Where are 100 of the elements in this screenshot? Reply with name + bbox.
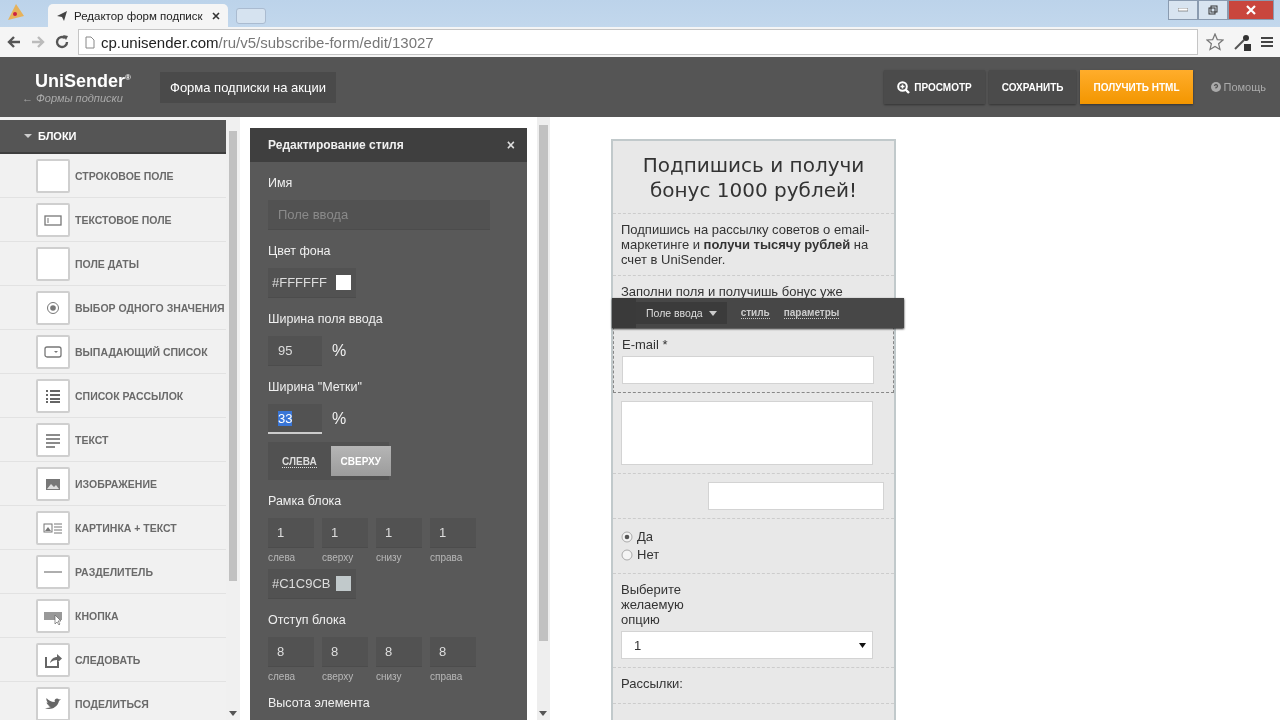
section-header[interactable]: БЛОКИ <box>0 120 226 154</box>
minimize-button[interactable] <box>1168 0 1198 20</box>
drag-handle[interactable] <box>612 298 636 328</box>
block-tile[interactable] <box>36 422 70 457</box>
number-field[interactable]: 8 <box>268 637 314 667</box>
forward-icon[interactable] <box>30 34 46 50</box>
scrollbar[interactable] <box>226 117 240 720</box>
scroll-down-icon[interactable] <box>229 711 237 716</box>
menu-icon[interactable] <box>1260 35 1274 49</box>
back-link[interactable]: ← Формы подписки <box>22 91 160 104</box>
block-label[interactable]: РАЗДЕЛИТЕЛЬ <box>75 565 153 578</box>
width-field[interactable]: 95 <box>268 336 322 366</box>
block-label[interactable]: ИЗОБРАЖЕНИЕ <box>75 477 157 490</box>
number-field[interactable]: 1 <box>430 518 476 548</box>
block-label[interactable]: ВЫПАДАЮЩИЙ СПИСОК <box>75 345 208 358</box>
color-swatch[interactable] <box>336 576 351 591</box>
new-tab-button[interactable] <box>236 8 266 24</box>
color-field[interactable]: #C1C9CB <box>268 569 356 599</box>
block-tile[interactable] <box>36 686 70 720</box>
block-label[interactable]: ТЕКСТ <box>75 433 109 446</box>
block-tile[interactable] <box>36 290 70 325</box>
toolbar-link[interactable]: стиль <box>740 307 770 319</box>
field-type-menu[interactable]: Поле ввода <box>636 302 727 324</box>
form-block[interactable]: Выберите желаемую опцию 1 <box>613 574 894 668</box>
number-field[interactable]: 8 <box>322 637 368 667</box>
color-field[interactable]: #FFFFFF <box>268 268 356 298</box>
minimize-icon <box>1178 8 1188 12</box>
field-label: Ширина "Метки" <box>268 380 363 394</box>
field-label: Ширина поля ввода <box>268 312 384 326</box>
color-swatch[interactable] <box>336 275 351 290</box>
block-tile[interactable] <box>36 202 70 237</box>
field-label: Отступ блока <box>268 613 347 627</box>
help-icon <box>1210 82 1221 92</box>
reload-icon[interactable] <box>54 34 70 50</box>
browser-tab[interactable]: Редактор форм подписк <box>48 4 228 27</box>
field-label: Выберите желаемую опцию <box>621 582 685 627</box>
number-field[interactable]: 1 <box>268 518 314 548</box>
block-label[interactable]: КАРТИНКА + ТЕКСТ <box>75 521 177 534</box>
radio-label[interactable]: Нет <box>637 547 660 563</box>
save-button[interactable]: СОХРАНИТЬ <box>988 70 1077 104</box>
toolbar-link[interactable]: параметры <box>783 307 840 319</box>
unit-label: % <box>332 342 347 360</box>
caret-icon[interactable] <box>24 133 32 139</box>
help-link[interactable]: Помощь <box>1210 81 1266 93</box>
block-tile[interactable] <box>36 642 70 677</box>
field-label: Цвет фона <box>268 244 332 258</box>
field-caption: слева <box>268 552 297 563</box>
form-block[interactable]: Рассылки: <box>613 668 894 704</box>
toggle-option[interactable]: СЛЕВА <box>272 446 327 476</box>
caret-icon <box>708 310 717 316</box>
close-button[interactable]: × <box>506 137 515 153</box>
field-caption: снизу <box>376 552 403 563</box>
number-field[interactable]: 8 <box>430 637 476 667</box>
block-label[interactable]: СЛЕДОВАТЬ <box>75 653 141 666</box>
number-field[interactable]: 1 <box>376 518 422 548</box>
block-label[interactable]: ТЕКСТОВОЕ ПОЛЕ <box>75 213 172 226</box>
preview-button[interactable]: ПРОСМОТР <box>884 70 985 104</box>
block-tile[interactable] <box>36 378 70 413</box>
block-tile[interactable] <box>36 466 70 501</box>
block-tile[interactable] <box>36 334 70 369</box>
radio-label[interactable]: Да <box>637 529 654 545</box>
block-label[interactable]: КНОПКА <box>75 609 119 622</box>
number-field[interactable]: 8 <box>376 637 422 667</box>
block-tile[interactable] <box>36 598 70 633</box>
field-label: Рассылки: <box>621 676 684 691</box>
block-label[interactable]: ПОДЕЛИТЬСЯ <box>75 697 149 710</box>
block-tile[interactable] <box>36 554 70 589</box>
block-tile[interactable] <box>36 246 70 281</box>
email-input[interactable] <box>622 356 874 384</box>
back-icon[interactable] <box>6 34 22 50</box>
block-label[interactable]: СТРОКОВОЕ ПОЛЕ <box>75 169 174 182</box>
field-caption: справа <box>430 671 464 682</box>
block-label[interactable]: ВЫБОР ОДНОГО ЗНАЧЕНИЯ <box>75 301 225 314</box>
close-icon[interactable] <box>212 11 220 20</box>
star-icon[interactable] <box>1206 33 1224 51</box>
block-label[interactable]: СПИСОК РАССЫЛОК <box>75 389 184 402</box>
number-field[interactable]: 1 <box>322 518 368 548</box>
textarea-field[interactable] <box>621 401 873 465</box>
form-note: Заполни поля и получишь бонус уже <box>621 284 844 299</box>
radio-button[interactable] <box>621 549 633 561</box>
form-block[interactable]: Да Нет <box>613 519 894 574</box>
restore-button[interactable] <box>1198 0 1228 20</box>
scrollbar[interactable] <box>537 117 550 720</box>
panel-title: Редактирование стиля <box>268 138 404 152</box>
close-button[interactable] <box>1228 0 1274 20</box>
eyedropper-icon[interactable] <box>1232 32 1252 52</box>
input-field[interactable] <box>708 482 885 510</box>
scroll-down-icon[interactable] <box>539 711 547 716</box>
zoom-in-icon <box>897 80 911 94</box>
select-field[interactable]: 1 <box>621 631 873 659</box>
dropdown-arrow-icon <box>859 642 866 648</box>
field-label: Рамка блока <box>268 494 343 508</box>
block-tile[interactable] <box>36 510 70 545</box>
block-tile[interactable] <box>36 158 70 193</box>
block-label[interactable]: ПОЛЕ ДАТЫ <box>75 257 139 270</box>
unit-label: % <box>332 410 347 428</box>
address-bar[interactable]: cp.unisender.com/ru/v5/subscribe-form/edit/13027 <box>78 29 1198 55</box>
width-field[interactable]: 33 <box>268 404 322 434</box>
radio-button[interactable] <box>621 531 633 543</box>
section-label: Высота элемента <box>268 696 371 710</box>
